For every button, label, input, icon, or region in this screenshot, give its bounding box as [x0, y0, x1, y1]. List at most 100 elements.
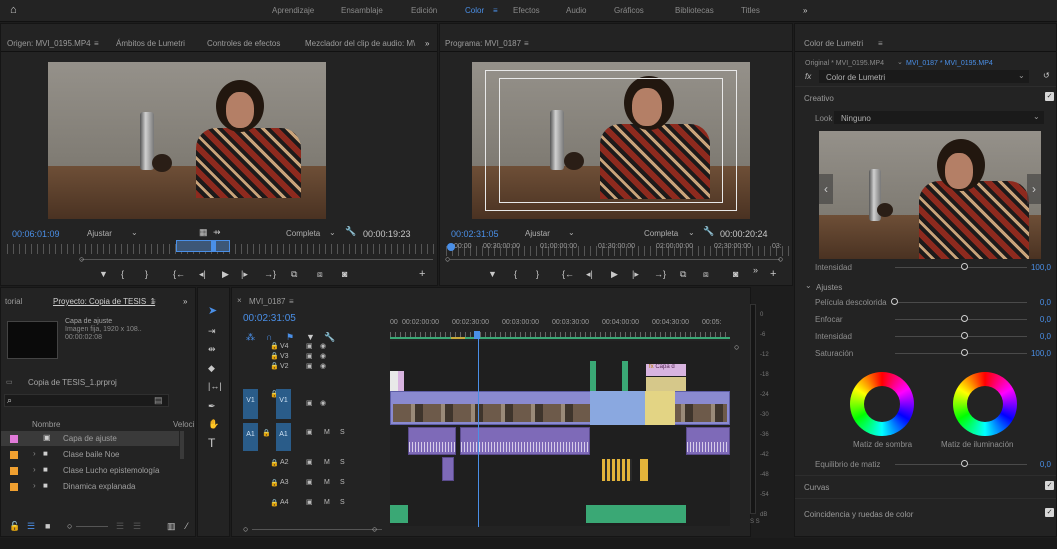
toggle-sync-lock-icon[interactable]: ▣	[306, 458, 313, 466]
program-lift-icon[interactable]: ⧉	[680, 269, 686, 280]
source-mark-out-icon[interactable]: }	[145, 269, 148, 279]
clip-v1-transition-yellow[interactable]	[645, 391, 675, 425]
workspace-aprendizaje[interactable]: Aprendizaje	[272, 6, 314, 15]
track-name-a2[interactable]: A2	[280, 459, 289, 466]
look-preview[interactable]	[819, 131, 1041, 259]
toggle-sync-lock-icon[interactable]: ▣	[306, 498, 313, 506]
source-settings-icon[interactable]: ▦	[199, 227, 208, 238]
program-step-forward-icon[interactable]: |▸	[632, 269, 639, 280]
coincidencia-checkbox[interactable]: ✓	[1045, 508, 1054, 517]
list-item[interactable]: › ■ Clase Lucho epistemología	[1, 463, 179, 478]
selection-tool-icon[interactable]: ➤	[208, 304, 217, 317]
timeline-timecode[interactable]: 00:02:31:05	[243, 313, 296, 324]
program-go-to-in-icon[interactable]: {←	[562, 269, 574, 279]
project-search-input[interactable]	[4, 394, 169, 407]
program-scroll-handle-right-icon[interactable]: ○	[778, 254, 783, 264]
solo-track-button[interactable]: S	[340, 499, 345, 506]
workspace-menu-icon[interactable]: ≡	[493, 6, 498, 15]
timeline-playhead-line[interactable]	[478, 335, 479, 527]
source-camera-icon[interactable]: ◙	[342, 269, 347, 279]
program-more-icon[interactable]: »	[753, 265, 758, 275]
pen-tool-icon[interactable]: ✒	[208, 401, 216, 412]
toggle-sync-lock-icon[interactable]: ▣	[306, 362, 313, 370]
lumetri-source-chevron-icon[interactable]: ⌄	[897, 58, 903, 66]
clip-a2-yellow-2[interactable]	[640, 459, 648, 481]
track-lock-icon[interactable]: 🔒	[262, 429, 271, 437]
source-inout-range[interactable]	[176, 240, 230, 252]
source-playhead[interactable]	[211, 241, 216, 251]
program-extract-icon[interactable]: ⧈	[703, 269, 709, 280]
list-item[interactable]: ▣ Capa de ajuste	[1, 431, 179, 446]
track-name-v2[interactable]: V2	[280, 363, 289, 370]
tab-effect-controls[interactable]: Controles de efectos	[207, 39, 280, 48]
intensity-value[interactable]: 100,0	[1021, 263, 1051, 272]
section-creativo[interactable]: Creativo	[804, 94, 834, 103]
track-name-a3[interactable]: A3	[280, 479, 289, 486]
program-mark-out-icon[interactable]: }	[536, 269, 539, 279]
project-more-icon[interactable]: »	[183, 297, 187, 306]
slider-value[interactable]: 0,0	[1021, 332, 1051, 341]
clip-v1-transition-blue[interactable]	[590, 391, 645, 425]
timeline-hscroll-end-icon[interactable]: ○	[372, 524, 377, 534]
highlight-tint-wheel[interactable]	[953, 372, 1017, 436]
clip-a4-green-1[interactable]	[390, 505, 408, 523]
workspace-audio[interactable]: Audio	[566, 6, 586, 15]
toggle-sync-lock-icon[interactable]: ▣	[306, 352, 313, 360]
program-wrench-icon[interactable]: 🔧	[703, 226, 714, 237]
workspace-bibliotecas[interactable]: Bibliotecas	[675, 6, 714, 15]
source-patch-v1[interactable]: V1	[243, 389, 258, 419]
toggle-sync-lock-icon[interactable]: ▣	[306, 342, 313, 350]
timeline-playhead-handle[interactable]	[474, 331, 480, 339]
icon-view-icon[interactable]: ■	[45, 521, 50, 531]
source-fit-select[interactable]: Ajustar	[87, 229, 112, 238]
slider-knob[interactable]	[961, 332, 968, 339]
source-step-forward-icon[interactable]: |▸	[241, 269, 248, 280]
tab-sequence[interactable]: MVI_0187	[249, 297, 285, 306]
look-next-button[interactable]: ›	[1027, 174, 1041, 204]
clip-capa-ajuste[interactable]: fx Capa d	[646, 364, 686, 376]
hand-tool-icon[interactable]: ✋	[208, 419, 219, 430]
new-item-icon[interactable]: ▥	[167, 521, 176, 532]
clip-a4-green-2[interactable]	[586, 505, 686, 523]
column-header-speed[interactable]: Veloci	[173, 420, 194, 429]
workspace-efectos[interactable]: Efectos	[513, 6, 540, 15]
tab-program[interactable]: Programa: MVI_0187	[445, 39, 521, 48]
look-prev-button[interactable]: ‹	[819, 174, 833, 204]
source-quality-chevron-icon[interactable]: ⌄	[329, 228, 336, 237]
timeline-vscroll-handle-icon[interactable]: ○	[734, 342, 739, 352]
clip-v2-green-2[interactable]	[622, 361, 628, 391]
source-quality-select[interactable]: Completa	[286, 229, 320, 238]
solo-track-button[interactable]: S	[340, 479, 345, 486]
solo-track-button[interactable]: S	[340, 459, 345, 466]
clip-a2-yellow-1[interactable]	[602, 459, 632, 481]
source-menu-icon[interactable]: ≡	[94, 39, 99, 48]
track-lock-icon[interactable]: 🔒	[270, 479, 279, 487]
list-item[interactable]: › ■ Clase baile Noe	[1, 447, 179, 462]
program-step-back-icon[interactable]: ◂|	[586, 269, 593, 280]
track-target-v1[interactable]: V1	[276, 389, 291, 419]
section-curvas[interactable]: Curvas	[804, 483, 829, 492]
source-insert-icon[interactable]: ⧉	[291, 269, 297, 280]
toggle-output-eye-icon[interactable]: ◉	[320, 399, 326, 407]
meter-solo-buttons[interactable]: S S	[750, 519, 760, 525]
program-fit-chevron-icon[interactable]: ⌄	[568, 228, 575, 237]
tab-lumetri-scopes[interactable]: Ámbitos de Lumetri	[116, 39, 185, 48]
clip-a1-1[interactable]	[408, 427, 456, 455]
track-name-v3[interactable]: V3	[280, 353, 289, 360]
program-add-button-icon[interactable]: +	[770, 268, 776, 280]
zoom-slider-handle-icon[interactable]: ○	[67, 521, 72, 531]
column-header-name[interactable]: Nombre	[32, 420, 60, 429]
ripple-edit-tool-icon[interactable]: ⇹	[208, 344, 216, 355]
source-scroll-handle-icon[interactable]: ○	[79, 254, 84, 264]
program-camera-icon[interactable]: ◙	[733, 269, 738, 279]
source-go-to-out-icon[interactable]: →}	[264, 269, 276, 279]
timeline-hscroll-handle-icon[interactable]: ○	[243, 524, 248, 534]
workspace-edicion[interactable]: Edición	[411, 6, 437, 15]
program-scroll-handle-left-icon[interactable]: ○	[445, 254, 450, 264]
workspace-titles[interactable]: Titles	[741, 6, 760, 15]
source-drag-icon[interactable]: ⇸	[213, 227, 221, 238]
toggle-sync-lock-icon[interactable]: ▣	[306, 478, 313, 486]
slider-value[interactable]: 0,0	[1021, 298, 1051, 307]
look-chevron-icon[interactable]: ⌄	[1033, 112, 1040, 121]
curvas-checkbox[interactable]: ✓	[1045, 481, 1054, 490]
